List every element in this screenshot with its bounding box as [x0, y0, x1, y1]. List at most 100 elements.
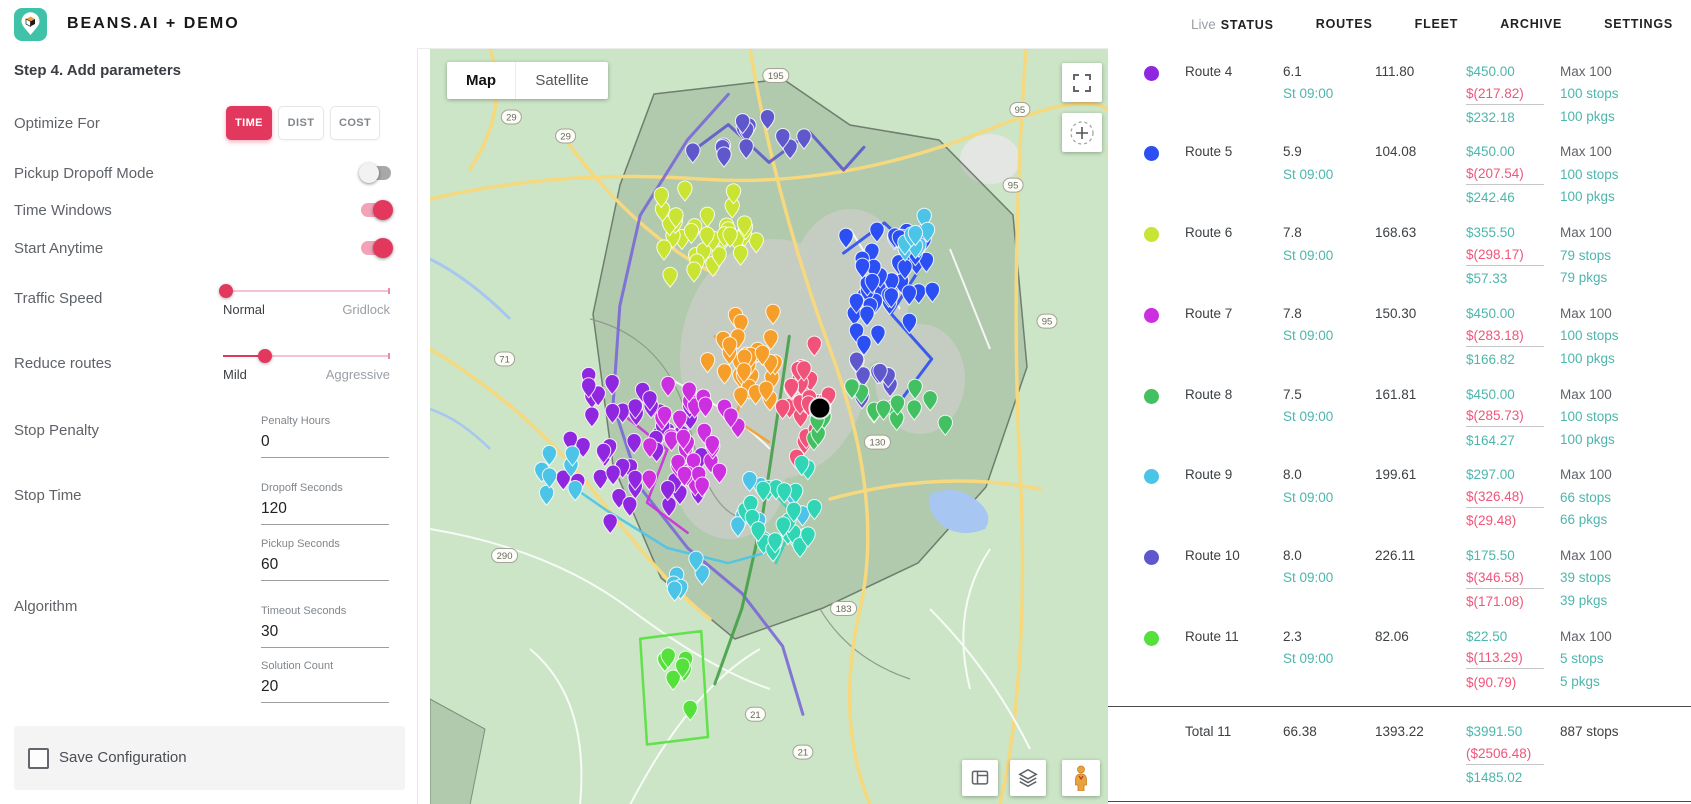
- penalty-hours-label: Penalty Hours: [261, 415, 331, 427]
- route-color-dot: [1144, 307, 1159, 323]
- total-cost-max: $3991.50: [1466, 723, 1523, 739]
- split-view-button[interactable]: [962, 760, 998, 796]
- route-hours: 2.3: [1283, 628, 1302, 644]
- solution-count-label: Solution Count: [261, 660, 334, 672]
- start-anytime-label: Start Anytime: [14, 240, 104, 257]
- layers-icon: [1018, 768, 1038, 788]
- route-hours: 5.9: [1283, 144, 1302, 160]
- route-row-route-5[interactable]: Route 5 5.9 St 09:00 104.08 $450.00 $(207.54)…: [1108, 141, 1691, 222]
- draw-region-button[interactable]: [1062, 113, 1102, 152]
- save-configuration-label: Save Configuration: [59, 749, 187, 766]
- nav-item-routes[interactable]: ROUTES: [1316, 17, 1373, 31]
- traffic-speed-slider[interactable]: Normal Gridlock: [219, 284, 390, 318]
- save-configuration-checkbox[interactable]: [28, 748, 49, 769]
- map-type-control: Map Satellite: [447, 62, 608, 99]
- route-row-route-8[interactable]: Route 8 7.5 St 09:00 161.81 $450.00 $(285.73)…: [1108, 383, 1691, 464]
- route-pkgs: 79 pkgs: [1560, 270, 1608, 286]
- fullscreen-button[interactable]: [1062, 63, 1102, 102]
- route-pkgs: 100 pkgs: [1560, 108, 1615, 124]
- svg-text:95: 95: [1042, 317, 1053, 328]
- optimize-dist-button[interactable]: DIST: [278, 106, 324, 140]
- pegman-button[interactable]: [1062, 760, 1100, 796]
- route-name: Route 7: [1185, 305, 1233, 321]
- map-type-satellite-button[interactable]: Satellite: [515, 62, 608, 99]
- route-name: Route 4: [1185, 63, 1233, 79]
- route-hours: 8.0: [1283, 467, 1302, 483]
- penalty-hours-input[interactable]: [261, 433, 389, 458]
- svg-text:183: 183: [836, 604, 852, 615]
- pickup-seconds-field: Pickup Seconds: [261, 538, 389, 581]
- route-row-route-11[interactable]: Route 11 2.3 St 09:00 82.06 $22.50 $(113.29) $…: [1108, 625, 1691, 706]
- stop-time-label: Stop Time: [14, 487, 82, 504]
- reduce-routes-label: Reduce routes: [14, 355, 112, 372]
- time-windows-label: Time Windows: [14, 202, 112, 219]
- total-stops: 887 stops: [1560, 723, 1619, 739]
- pickup-dropoff-label: Pickup Dropoff Mode: [14, 165, 154, 182]
- dropoff-seconds-input[interactable]: [261, 500, 389, 525]
- route-cost-net: $57.33: [1466, 271, 1508, 287]
- route-hours: 8.0: [1283, 547, 1302, 563]
- pickup-dropoff-toggle[interactable]: [359, 163, 393, 183]
- map-canvas[interactable]: 29 29 195 95 95 95 71 290 130 183 21 21 Map Satelli…: [430, 49, 1108, 804]
- map-type-map-button[interactable]: Map: [447, 62, 515, 99]
- layers-button[interactable]: [1010, 760, 1046, 796]
- traffic-speed-label: Traffic Speed: [14, 290, 103, 307]
- brand-title: BEANS.AI + DEMO: [67, 15, 240, 32]
- route-capacity: Max 100: [1560, 305, 1612, 321]
- route-cost-net: $242.46: [1466, 190, 1515, 206]
- route-stops: 100 stops: [1560, 166, 1619, 182]
- map-svg: 29 29 195 95 95 95 71 290 130 183 21 21: [430, 49, 1108, 804]
- route-cost-max: $450.00: [1466, 144, 1515, 160]
- route-cost-net: $(29.48): [1466, 513, 1517, 529]
- route-distance: 150.30: [1375, 305, 1417, 321]
- route-row-route-10[interactable]: Route 10 8.0 St 09:00 226.11 $175.50 $(346.58…: [1108, 544, 1691, 625]
- solution-count-input[interactable]: [261, 678, 389, 703]
- pickup-seconds-input[interactable]: [261, 556, 389, 581]
- optimize-time-button[interactable]: TIME: [226, 106, 272, 140]
- time-windows-toggle[interactable]: [359, 200, 393, 220]
- route-capacity: Max 100: [1560, 63, 1612, 79]
- route-row-route-9[interactable]: Route 9 8.0 St 09:00 199.61 $297.00 $(326.48)…: [1108, 463, 1691, 544]
- route-start-time: St 09:00: [1283, 489, 1334, 505]
- stop-penalty-label: Stop Penalty: [14, 422, 100, 439]
- step-title: Step 4. Add parameters: [14, 62, 181, 79]
- timeout-seconds-field: Timeout Seconds: [261, 605, 389, 648]
- optimize-cost-button[interactable]: COST: [330, 106, 381, 140]
- route-hours: 7.5: [1283, 386, 1302, 402]
- route-row-route-6[interactable]: Route 6 7.8 St 09:00 168.63 $355.50 $(298.17)…: [1108, 221, 1691, 302]
- route-color-dot: [1144, 469, 1159, 485]
- svg-text:290: 290: [497, 551, 513, 562]
- route-color-dot: [1144, 227, 1159, 243]
- nav-item-fleet[interactable]: FLEET: [1415, 17, 1459, 31]
- start-anytime-toggle[interactable]: [359, 238, 393, 258]
- route-row-route-4[interactable]: Route 4 6.1 St 09:00 111.80 $450.00 $(217.82)…: [1108, 60, 1691, 141]
- route-start-time: St 09:00: [1283, 409, 1334, 424]
- nav-item-settings[interactable]: SETTINGS: [1604, 17, 1673, 31]
- route-distance: 161.81: [1375, 386, 1417, 402]
- nav-item-archive[interactable]: ARCHIVE: [1500, 17, 1562, 31]
- beans-logo-icon[interactable]: [14, 7, 47, 41]
- route-capacity: Max 100: [1560, 467, 1612, 483]
- route-cost-spent: $(217.82): [1466, 83, 1544, 105]
- nav-item-status[interactable]: Live STATUS: [1191, 17, 1274, 32]
- route-cost-max: $175.50: [1466, 547, 1515, 563]
- route-capacity: Max 100: [1560, 144, 1612, 160]
- svg-text:29: 29: [506, 113, 517, 124]
- svg-text:21: 21: [798, 748, 809, 759]
- route-color-dot: [1144, 630, 1159, 646]
- svg-text:95: 95: [1008, 181, 1019, 192]
- route-distance: 226.11: [1375, 547, 1416, 563]
- algorithm-label: Algorithm: [14, 598, 78, 615]
- route-pkgs: 100 pkgs: [1560, 350, 1615, 366]
- total-distance: 1393.22: [1375, 723, 1424, 739]
- draw-region-icon: [1070, 120, 1094, 145]
- route-cost-max: $297.00: [1466, 467, 1515, 483]
- depot-marker: [808, 396, 832, 420]
- route-name: Route 5: [1185, 144, 1233, 160]
- reduce-routes-slider[interactable]: Mild Aggressive: [223, 349, 390, 383]
- route-row-route-7[interactable]: Route 7 7.8 St 09:00 150.30 $450.00 $(283.18)…: [1108, 302, 1691, 383]
- timeout-seconds-input[interactable]: [261, 623, 389, 648]
- pegman-icon: [1075, 765, 1087, 791]
- save-configuration-box: Save Configuration: [14, 726, 405, 790]
- route-name: Route 6: [1185, 225, 1233, 241]
